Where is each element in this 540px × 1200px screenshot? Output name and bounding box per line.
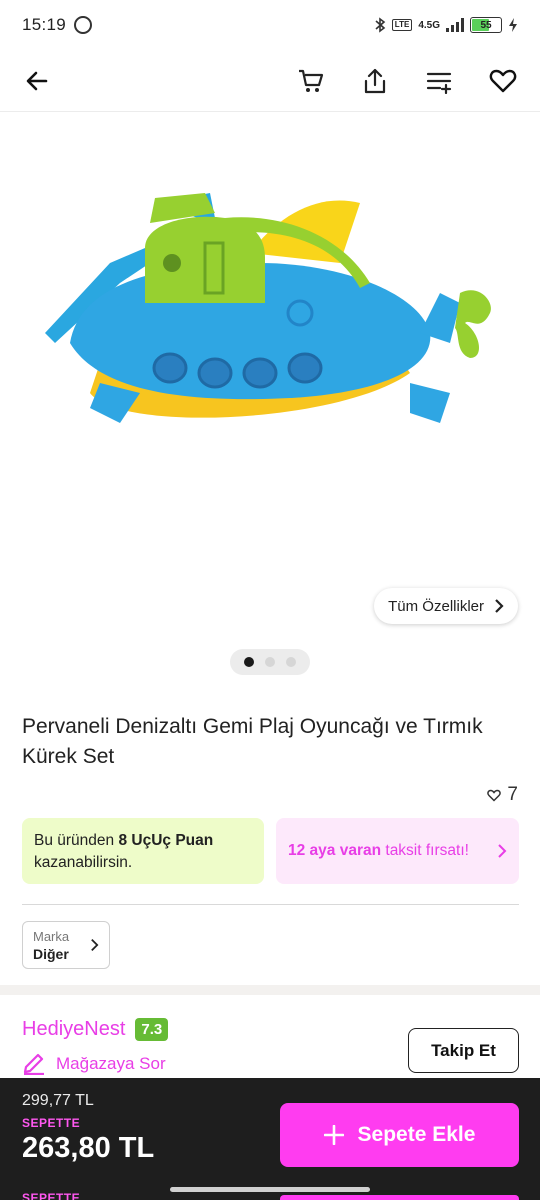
chevron-right-icon bbox=[495, 599, 504, 613]
points-highlight: 8 UçUç Puan bbox=[118, 832, 214, 849]
pagination-dot-1[interactable] bbox=[244, 657, 254, 667]
heart-icon bbox=[489, 69, 517, 92]
status-bar: 15:19 LTE 4.5G 55 bbox=[0, 0, 540, 50]
volte-icon: LTE bbox=[391, 19, 413, 31]
add-to-cart-button[interactable]: Sepete Ekle bbox=[280, 1103, 519, 1167]
chevron-right-icon bbox=[91, 938, 99, 952]
plus-icon bbox=[323, 1125, 344, 1145]
old-price: 299,77 TL bbox=[22, 1092, 94, 1109]
points-suffix: kazanabilirsin. bbox=[34, 854, 133, 871]
store-rating-badge: 7.3 bbox=[135, 1018, 169, 1041]
product-title: Pervaneli Denizaltı Gemi Plaj Oyuncağı v… bbox=[22, 715, 483, 768]
pencil-icon bbox=[23, 1053, 44, 1075]
points-prefix: Bu üründen bbox=[34, 832, 119, 849]
basket-price-label: SEPETTE bbox=[22, 1116, 81, 1130]
add-to-cart-label: Sepete Ekle bbox=[357, 1123, 476, 1146]
pagination-dot-3[interactable] bbox=[286, 657, 296, 667]
all-features-button[interactable]: Tüm Özellikler bbox=[374, 588, 518, 624]
divider bbox=[22, 904, 519, 905]
gallery-pagination bbox=[230, 649, 310, 675]
ask-store-label: Mağazaya Sor bbox=[56, 1054, 166, 1073]
installment-promo-card[interactable]: 12 aya varan taksit fırsatı! bbox=[276, 818, 519, 884]
home-indicator[interactable] bbox=[170, 1187, 370, 1192]
status-time: 15:19 bbox=[22, 15, 67, 34]
battery-level: 55 bbox=[480, 19, 492, 31]
store-header[interactable]: HediyeNest 7.3 bbox=[22, 1018, 169, 1041]
bluetooth-icon bbox=[375, 17, 386, 33]
favorite-count-value: 7 bbox=[507, 784, 518, 805]
network-type: 4.5G bbox=[418, 19, 440, 31]
app-bar bbox=[0, 50, 540, 112]
purchase-bar: 299,77 TL SEPETTE 263,80 TL Sepete Ekle … bbox=[0, 1078, 540, 1200]
installment-suffix: taksit fırsatı! bbox=[381, 842, 469, 859]
battery-icon: 55 bbox=[470, 17, 502, 33]
installment-highlight: 12 aya varan bbox=[288, 842, 382, 859]
store-name[interactable]: HediyeNest bbox=[22, 1018, 125, 1041]
pagination-dot-2[interactable] bbox=[265, 657, 275, 667]
cart-icon bbox=[299, 69, 324, 92]
share-icon bbox=[364, 68, 386, 93]
favorite-button[interactable] bbox=[486, 64, 520, 98]
status-icons: LTE 4.5G 55 bbox=[374, 17, 518, 33]
points-promo-card: Bu üründen 8 UçUç Puan kazanabilirsin. bbox=[22, 818, 264, 884]
next-basket-label: SEPETTE bbox=[22, 1191, 81, 1200]
favorite-count: 7 bbox=[487, 784, 518, 806]
all-features-label: Tüm Özellikler bbox=[388, 597, 484, 615]
signal-icon bbox=[446, 18, 464, 32]
charging-icon bbox=[509, 18, 517, 32]
back-arrow-icon bbox=[26, 71, 48, 90]
section-separator bbox=[0, 985, 540, 995]
share-button[interactable] bbox=[358, 64, 392, 98]
brand-value: Diğer bbox=[33, 945, 69, 962]
cart-button[interactable] bbox=[294, 64, 328, 98]
ask-store-link[interactable]: Mağazaya Sor bbox=[22, 1053, 166, 1075]
compare-list-icon bbox=[426, 72, 452, 94]
product-gallery[interactable]: Tüm Özellikler bbox=[0, 113, 540, 693]
heart-outline-icon bbox=[487, 789, 502, 802]
chevron-right-icon bbox=[498, 844, 507, 858]
product-image bbox=[45, 193, 491, 423]
compare-button[interactable] bbox=[422, 64, 456, 98]
next-add-button-peek bbox=[280, 1195, 519, 1200]
back-button[interactable] bbox=[20, 64, 54, 98]
whatsapp-icon bbox=[74, 16, 93, 34]
basket-price: 263,80 TL bbox=[22, 1132, 155, 1164]
brand-chip[interactable]: Marka Diğer bbox=[22, 921, 110, 969]
follow-button[interactable]: Takip Et bbox=[408, 1028, 519, 1073]
brand-label: Marka bbox=[33, 928, 70, 944]
